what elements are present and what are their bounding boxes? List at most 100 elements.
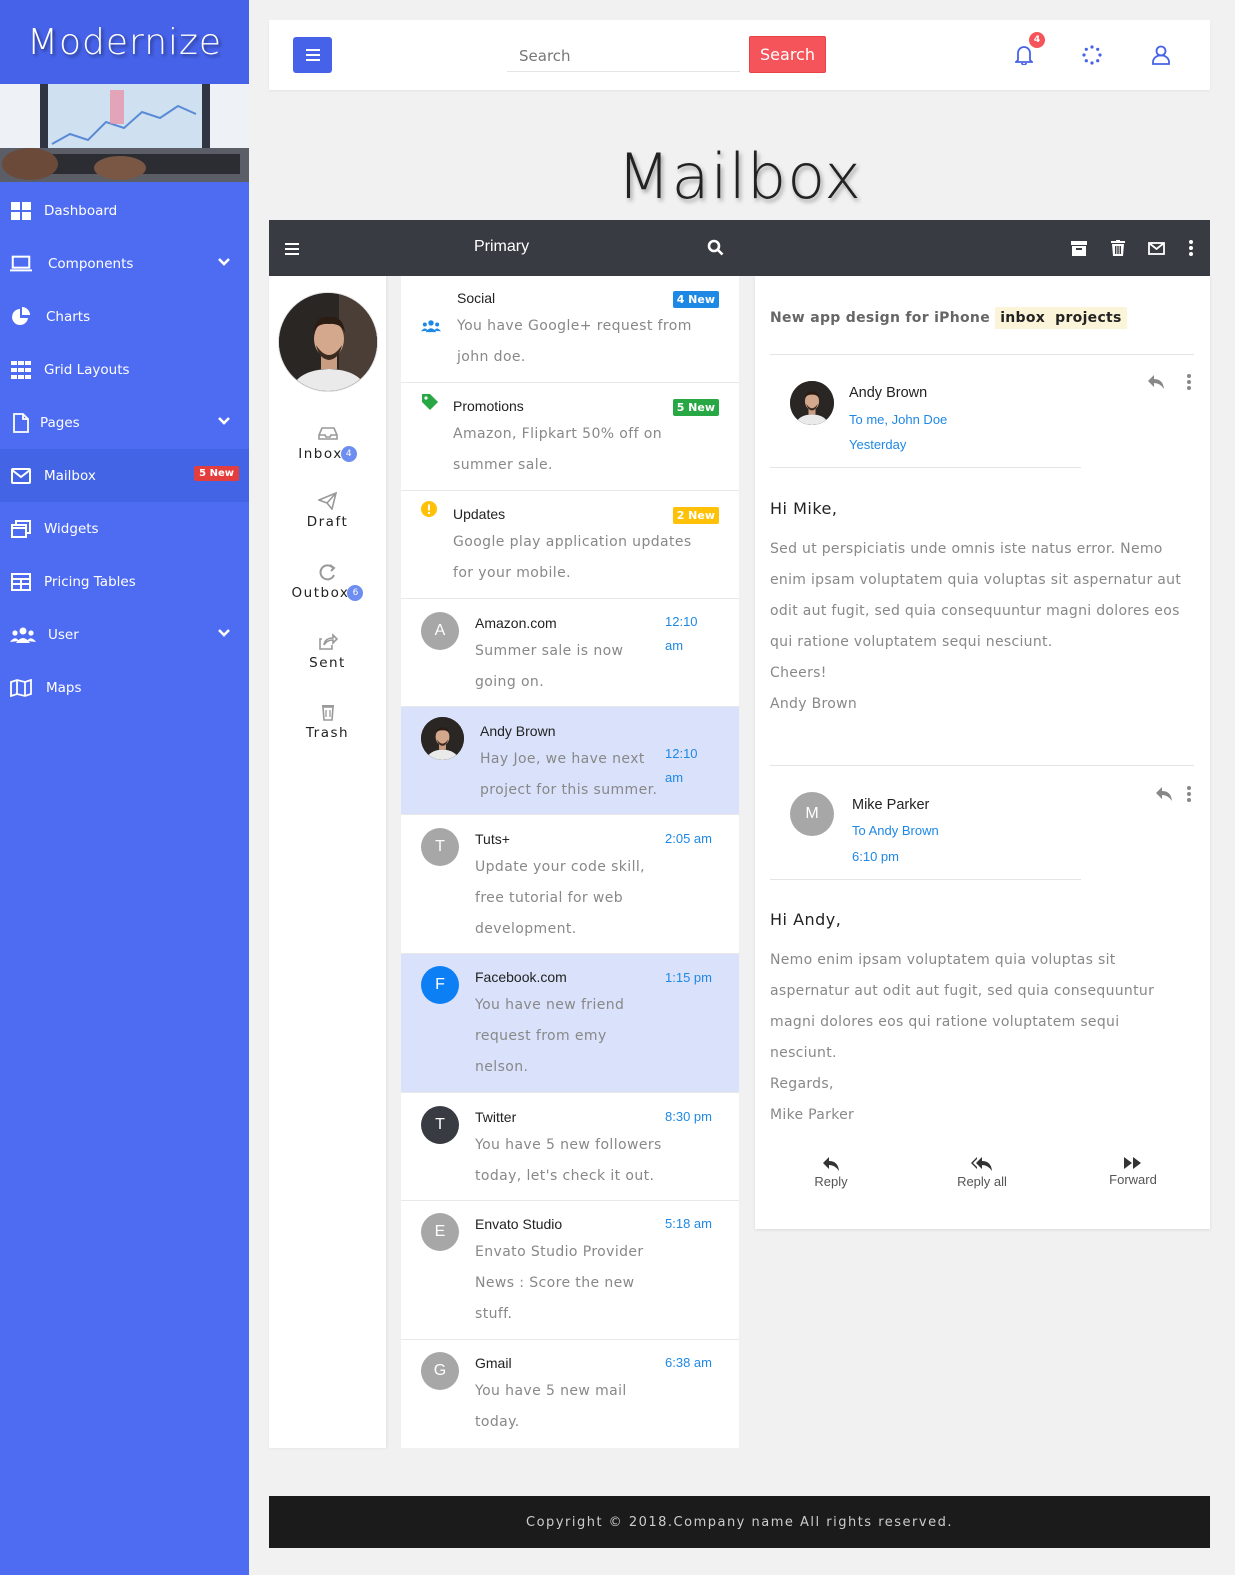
reply-all-icon — [971, 1157, 992, 1171]
folder-sent[interactable]: Sent — [269, 633, 386, 671]
list-item-amazon[interactable]: A Amazon.com 12:10 am Summer sale is now… — [401, 599, 739, 707]
new-count-badge: 4 New — [672, 291, 719, 308]
sidebar-item-grid-layouts[interactable]: Grid Layouts — [0, 343, 249, 396]
list-item-promotions[interactable]: Promotions 5 New Amazon, Flipkart 50% of… — [401, 383, 739, 491]
folder-draft[interactable]: Draft — [269, 492, 386, 530]
list-item-social[interactable]: Social 4 New You have Google+ request fr… — [401, 276, 739, 383]
hamburger-icon[interactable] — [285, 240, 299, 259]
chevron-down-icon[interactable] — [217, 414, 231, 430]
sidebar-item-widgets[interactable]: Widgets — [0, 502, 249, 555]
list-item-andy-brown[interactable]: Andy Brown Hay Joe, we have next project… — [401, 707, 739, 815]
menu-toggle-button[interactable] — [293, 37, 332, 73]
sender-name: Amazon.com — [475, 615, 557, 631]
message-snippet: Update your code skill, free tutorial fo… — [475, 859, 646, 937]
sidebar-item-components[interactable]: Components — [0, 237, 249, 290]
more-vertical-icon[interactable] — [1187, 786, 1205, 804]
search-input[interactable] — [507, 40, 740, 72]
folder-inbox[interactable]: Inbox 4 — [269, 424, 386, 462]
more-vertical-icon[interactable] — [1182, 239, 1200, 257]
share-icon — [318, 633, 338, 650]
sidebar-item-user[interactable]: User — [0, 608, 249, 661]
user-profile-icon[interactable] — [1151, 45, 1171, 65]
list-item-facebook[interactable]: F Facebook.com 1:15 pm You have new frie… — [401, 954, 739, 1093]
message-time: 1:15 pm — [665, 970, 712, 985]
divider — [770, 354, 1194, 355]
recipient-line[interactable]: To Andy Brown — [852, 823, 939, 838]
folder-count-badge: 6 — [347, 585, 364, 601]
reply-icon[interactable] — [1147, 374, 1165, 392]
reply-all-label: Reply all — [957, 1174, 1007, 1189]
users-icon — [10, 624, 36, 646]
sidebar-item-mailbox[interactable]: Mailbox 5 New — [0, 449, 249, 502]
map-icon — [10, 677, 32, 699]
avatar: F — [421, 966, 459, 1004]
message-time: 12:10 am — [665, 614, 698, 653]
message-time: 8:30 pm — [665, 1109, 712, 1124]
message-time: 5:18 am — [665, 1216, 712, 1231]
reply-all-button[interactable]: Reply all — [955, 1156, 1009, 1189]
list-item-envato[interactable]: E Envato Studio 5:18 am Envato Studio Pr… — [401, 1201, 739, 1340]
sidebar-item-charts[interactable]: Charts — [0, 290, 249, 343]
message-detail: New app design for iPhone inbox projects … — [755, 276, 1210, 1229]
tag-inbox[interactable]: inbox — [995, 307, 1051, 329]
folder-trash[interactable]: Trash — [269, 703, 386, 741]
message-date: Yesterday — [849, 437, 907, 452]
search-icon[interactable] — [707, 239, 724, 260]
mail-toolbar: Primary — [269, 220, 1210, 276]
brand-logo[interactable]: Modernize — [0, 0, 249, 84]
sidebar-item-label: Mailbox — [44, 467, 96, 484]
profile-avatar[interactable] — [278, 292, 378, 392]
message-snippet: You have Google+ request from john doe. — [457, 318, 692, 365]
message-signature: Andy Brown — [770, 696, 858, 712]
sidebar-item-label: Widgets — [44, 520, 99, 537]
sender-name: Andy Brown — [849, 385, 928, 401]
alert-icon — [421, 501, 441, 521]
sidebar-item-maps[interactable]: Maps — [0, 661, 249, 714]
bell-icon[interactable] — [1014, 45, 1034, 65]
subject-text: New app design for iPhone — [770, 310, 990, 326]
sidebar-item-dashboard[interactable]: Dashboard — [0, 184, 249, 237]
list-item-gmail[interactable]: G Gmail 6:38 am You have 5 new mail toda… — [401, 1340, 739, 1448]
list-item-updates[interactable]: Updates 2 New Google play application up… — [401, 491, 739, 599]
sidebar-item-label: Pricing Tables — [44, 573, 136, 590]
avatar: A — [421, 612, 459, 650]
list-item-twitter[interactable]: T Twitter 8:30 pm You have 5 new followe… — [401, 1093, 739, 1201]
message-snippet: You have new friend request from emy nel… — [475, 997, 625, 1075]
reply-icon[interactable] — [1155, 786, 1173, 804]
loading-spinner-icon[interactable] — [1082, 45, 1102, 65]
grid-icon — [10, 359, 32, 381]
inbox-icon — [317, 427, 338, 440]
refresh-icon — [319, 564, 336, 581]
recipient-line[interactable]: To me, John Doe — [849, 412, 947, 427]
forward-button[interactable]: Forward — [1107, 1156, 1159, 1187]
table-icon — [10, 571, 32, 593]
trash-icon[interactable] — [1109, 239, 1127, 257]
sidebar-item-pricing-tables[interactable]: Pricing Tables — [0, 555, 249, 608]
reply-button[interactable]: Reply — [811, 1156, 851, 1189]
folder-label: Inbox — [298, 446, 343, 462]
envelope-icon[interactable] — [1147, 239, 1165, 257]
chevron-down-icon[interactable] — [217, 626, 231, 642]
new-count-badge: 5 New — [672, 399, 719, 416]
archive-icon[interactable] — [1070, 239, 1088, 257]
sidebar-item-pages[interactable]: Pages — [0, 396, 249, 449]
avatar: M — [790, 792, 834, 836]
window-icon — [10, 518, 32, 540]
list-item-tuts[interactable]: T Tuts+ 2:05 am Update your code skill, … — [401, 815, 739, 954]
category-name: Updates — [453, 506, 506, 522]
mailbox-section-title[interactable]: Primary — [474, 238, 529, 256]
search-button[interactable]: Search — [749, 36, 826, 73]
more-vertical-icon[interactable] — [1187, 374, 1205, 392]
divider — [770, 467, 1081, 468]
file-icon — [10, 412, 32, 434]
tag-projects[interactable]: projects — [1050, 307, 1127, 329]
notification-count-badge: 4 — [1029, 32, 1045, 48]
sidebar-item-label: User — [48, 626, 79, 643]
sidebar-item-label: Pages — [40, 414, 80, 431]
sender-name: Mike Parker — [852, 797, 930, 813]
sender-name: Facebook.com — [475, 969, 567, 985]
message-time: 12:10 am — [665, 746, 698, 785]
chevron-down-icon[interactable] — [217, 255, 231, 271]
top-navbar: Search 4 — [269, 20, 1210, 90]
folder-outbox[interactable]: Outbox 6 — [269, 563, 386, 601]
